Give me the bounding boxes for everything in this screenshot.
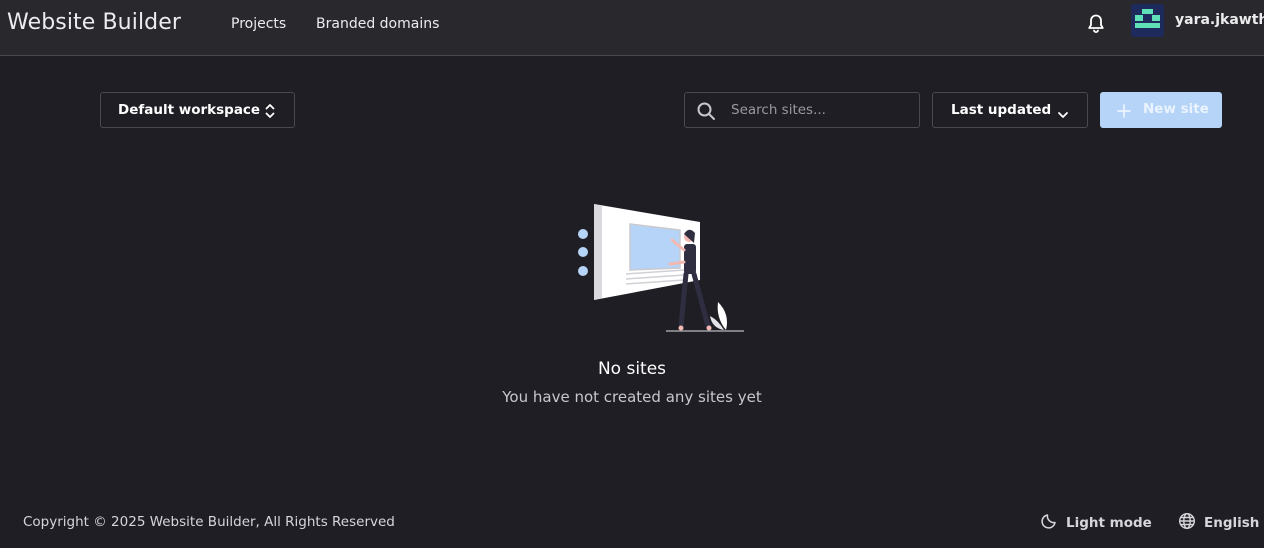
- language-label: English: [1204, 515, 1260, 531]
- theme-label: Light mode: [1066, 515, 1152, 531]
- bell-icon[interactable]: [1084, 12, 1108, 36]
- empty-state-illustration: [574, 200, 746, 336]
- language-selector[interactable]: English: [1178, 512, 1259, 534]
- nav-projects[interactable]: Projects: [231, 16, 286, 32]
- username-label[interactable]: yara.jkawtha: [1175, 12, 1264, 28]
- workspace-label: Default workspace: [118, 102, 261, 118]
- chevron-up-down-icon: [264, 102, 276, 124]
- sort-dropdown[interactable]: Last updated: [932, 92, 1088, 128]
- globe-icon: [1178, 512, 1196, 534]
- plus-icon: [1117, 103, 1131, 122]
- new-site-label: New site: [1143, 101, 1209, 117]
- sort-label: Last updated: [951, 102, 1052, 118]
- theme-toggle[interactable]: Light mode: [1040, 512, 1152, 534]
- search-input[interactable]: [731, 93, 911, 127]
- new-site-button[interactable]: New site: [1100, 92, 1222, 128]
- user-avatar[interactable]: [1131, 4, 1164, 37]
- search-icon: [696, 101, 716, 125]
- moon-icon: [1040, 512, 1058, 534]
- empty-state-title: No sites: [597, 359, 667, 379]
- top-navigation-bar: Website Builder Projects Branded domains…: [0, 0, 1264, 56]
- brand-title[interactable]: Website Builder: [7, 10, 181, 35]
- workspace-selector[interactable]: Default workspace: [100, 92, 295, 128]
- footer-copyright: Copyright © 2025 Website Builder, All Ri…: [23, 514, 395, 530]
- chevron-down-icon: [1057, 105, 1069, 124]
- empty-state-subtitle: You have not created any sites yet: [502, 388, 762, 406]
- search-sites-field[interactable]: [684, 92, 920, 128]
- nav-branded-domains[interactable]: Branded domains: [316, 16, 439, 32]
